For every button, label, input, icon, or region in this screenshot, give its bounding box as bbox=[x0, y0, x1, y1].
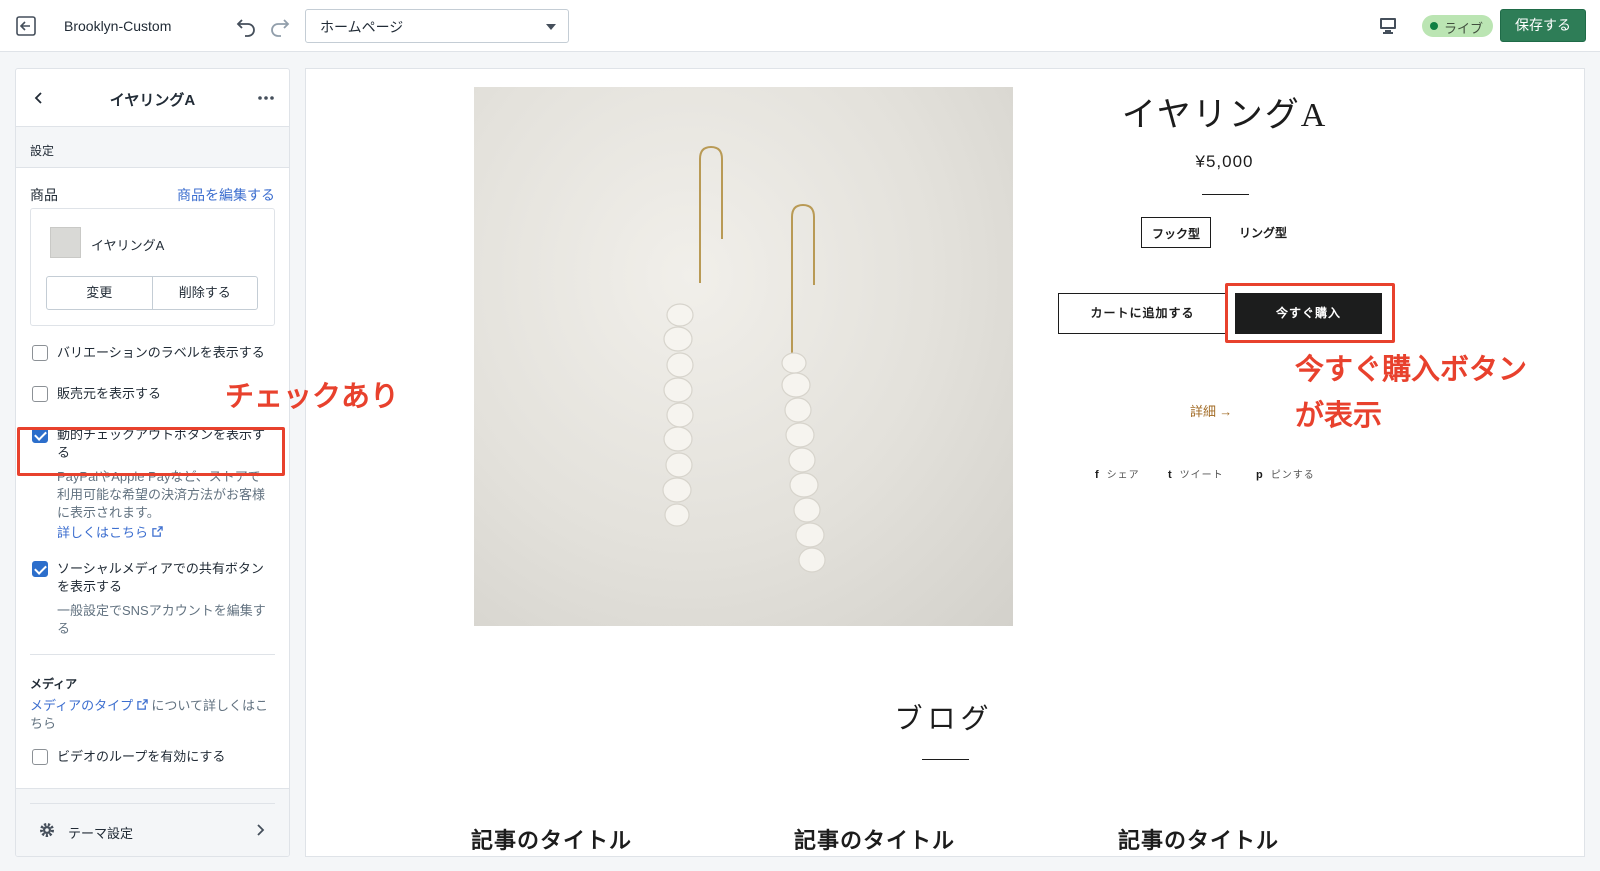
share-pinterest[interactable]: p ピンする bbox=[1256, 466, 1315, 481]
add-to-cart-button[interactable]: カートに追加する bbox=[1058, 293, 1227, 334]
share-pinterest-label: ピンする bbox=[1270, 470, 1315, 481]
edit-product-link[interactable]: 商品を編集する bbox=[177, 185, 275, 205]
divider bbox=[922, 759, 969, 760]
remove-product-button[interactable]: 削除する bbox=[151, 277, 258, 309]
theme-settings-label: テーマ設定 bbox=[68, 826, 134, 841]
pinterest-icon: p bbox=[1256, 469, 1264, 481]
facebook-icon: f bbox=[1095, 469, 1100, 481]
product-button-group: 変更 削除する bbox=[46, 276, 258, 310]
checkbox-video-loop[interactable] bbox=[32, 749, 48, 765]
product-thumbnail bbox=[50, 227, 81, 258]
checkbox-variant-labels[interactable] bbox=[32, 345, 48, 361]
page-select-value: ホームページ bbox=[320, 19, 404, 35]
external-link-icon bbox=[151, 526, 163, 537]
live-status-badge: ライブ bbox=[1422, 15, 1494, 37]
section-heading-settings: 設定 bbox=[16, 127, 289, 168]
top-bar: Brooklyn-Custom ホームページ ライブ 保存する bbox=[0, 0, 1600, 52]
product-name: イヤリングA bbox=[91, 238, 165, 253]
highlight-box-checkbox bbox=[17, 427, 285, 476]
undo-icon[interactable] bbox=[234, 14, 258, 38]
desktop-preview-icon[interactable] bbox=[1376, 14, 1400, 38]
change-product-button[interactable]: 変更 bbox=[47, 277, 152, 309]
article-title[interactable]: 記事のタイトル bbox=[794, 823, 955, 855]
sidebar-title: イヤリングA bbox=[109, 92, 196, 109]
external-link-icon bbox=[136, 699, 148, 710]
more-options-icon[interactable] bbox=[257, 89, 275, 107]
product-title: イヤリングA bbox=[1121, 97, 1328, 134]
blog-section-title: ブログ bbox=[894, 704, 994, 735]
highlight-box-buy-now bbox=[1225, 283, 1395, 343]
product-price: ¥5,000 bbox=[1195, 152, 1254, 171]
divider bbox=[30, 803, 275, 804]
save-button[interactable]: 保存する bbox=[1500, 9, 1586, 42]
variant-option-ring[interactable]: リング型 bbox=[1229, 217, 1297, 248]
media-type-link[interactable]: メディアのタイプ bbox=[30, 698, 133, 713]
product-image bbox=[474, 87, 1013, 626]
gear-icon bbox=[38, 821, 56, 839]
theme-settings-footer[interactable]: テーマ設定 bbox=[16, 788, 289, 856]
checkbox-label-video-loop: ビデオのループを有効にする bbox=[57, 749, 226, 764]
checkbox-label-social-sharing: ソーシャルメディアでの共有ボタンを表示する bbox=[57, 561, 264, 594]
share-twitter[interactable]: t ツイート bbox=[1168, 466, 1224, 481]
annotation-buy-now-line2: が表示 bbox=[1295, 400, 1383, 432]
article-title[interactable]: 記事のタイトル bbox=[471, 823, 632, 855]
checkbox-label-variant-labels: バリエーションのラベルを表示する bbox=[57, 345, 265, 360]
theme-name: Brooklyn-Custom bbox=[64, 18, 172, 34]
share-facebook-label: シェア bbox=[1106, 470, 1140, 481]
twitter-icon: t bbox=[1168, 469, 1173, 481]
annotation-checked: チェックあり bbox=[225, 381, 400, 413]
divider bbox=[30, 654, 275, 655]
sidebar-header: イヤリングA bbox=[16, 69, 289, 127]
live-dot-icon bbox=[1430, 22, 1438, 30]
product-label: 商品 bbox=[30, 187, 58, 203]
share-twitter-label: ツイート bbox=[1179, 470, 1224, 481]
social-sharing-help: 一般設定でSNSアカウントを編集する bbox=[57, 603, 266, 636]
details-link[interactable]: 詳細 → bbox=[1190, 401, 1232, 420]
store-preview: イヤリングA ¥5,000 フック型 リング型 カートに追加する 今すぐ購入 詳… bbox=[305, 68, 1585, 857]
chevron-right-icon bbox=[253, 823, 267, 837]
share-facebook[interactable]: f シェア bbox=[1095, 466, 1140, 481]
article-title[interactable]: 記事のタイトル bbox=[1118, 823, 1279, 855]
learn-more-link[interactable]: 詳しくはこちら bbox=[57, 525, 148, 540]
chevron-down-icon bbox=[546, 24, 556, 30]
variant-option-hook[interactable]: フック型 bbox=[1141, 217, 1212, 248]
live-label: ライブ bbox=[1444, 21, 1484, 36]
checkbox-show-vendor[interactable] bbox=[32, 386, 48, 402]
page-select[interactable]: ホームページ bbox=[305, 9, 569, 43]
divider bbox=[1202, 194, 1249, 195]
product-card: イヤリングA 変更 削除する bbox=[30, 208, 275, 326]
learn-more-wrapper: 詳しくはこちら bbox=[57, 524, 269, 542]
exit-editor-icon[interactable] bbox=[14, 14, 38, 38]
checkbox-social-sharing[interactable] bbox=[32, 561, 48, 577]
redo-icon[interactable] bbox=[268, 14, 292, 38]
media-help: メディアのタイプ について詳しくはこちら bbox=[30, 697, 275, 733]
dynamic-checkout-help: PayPalやApple Payなど、ストアで利用可能な希望の決済方法がお客様に… bbox=[57, 469, 266, 520]
media-label: メディア bbox=[30, 677, 78, 691]
annotation-buy-now-line1: 今すぐ購入ボタン bbox=[1295, 354, 1528, 386]
